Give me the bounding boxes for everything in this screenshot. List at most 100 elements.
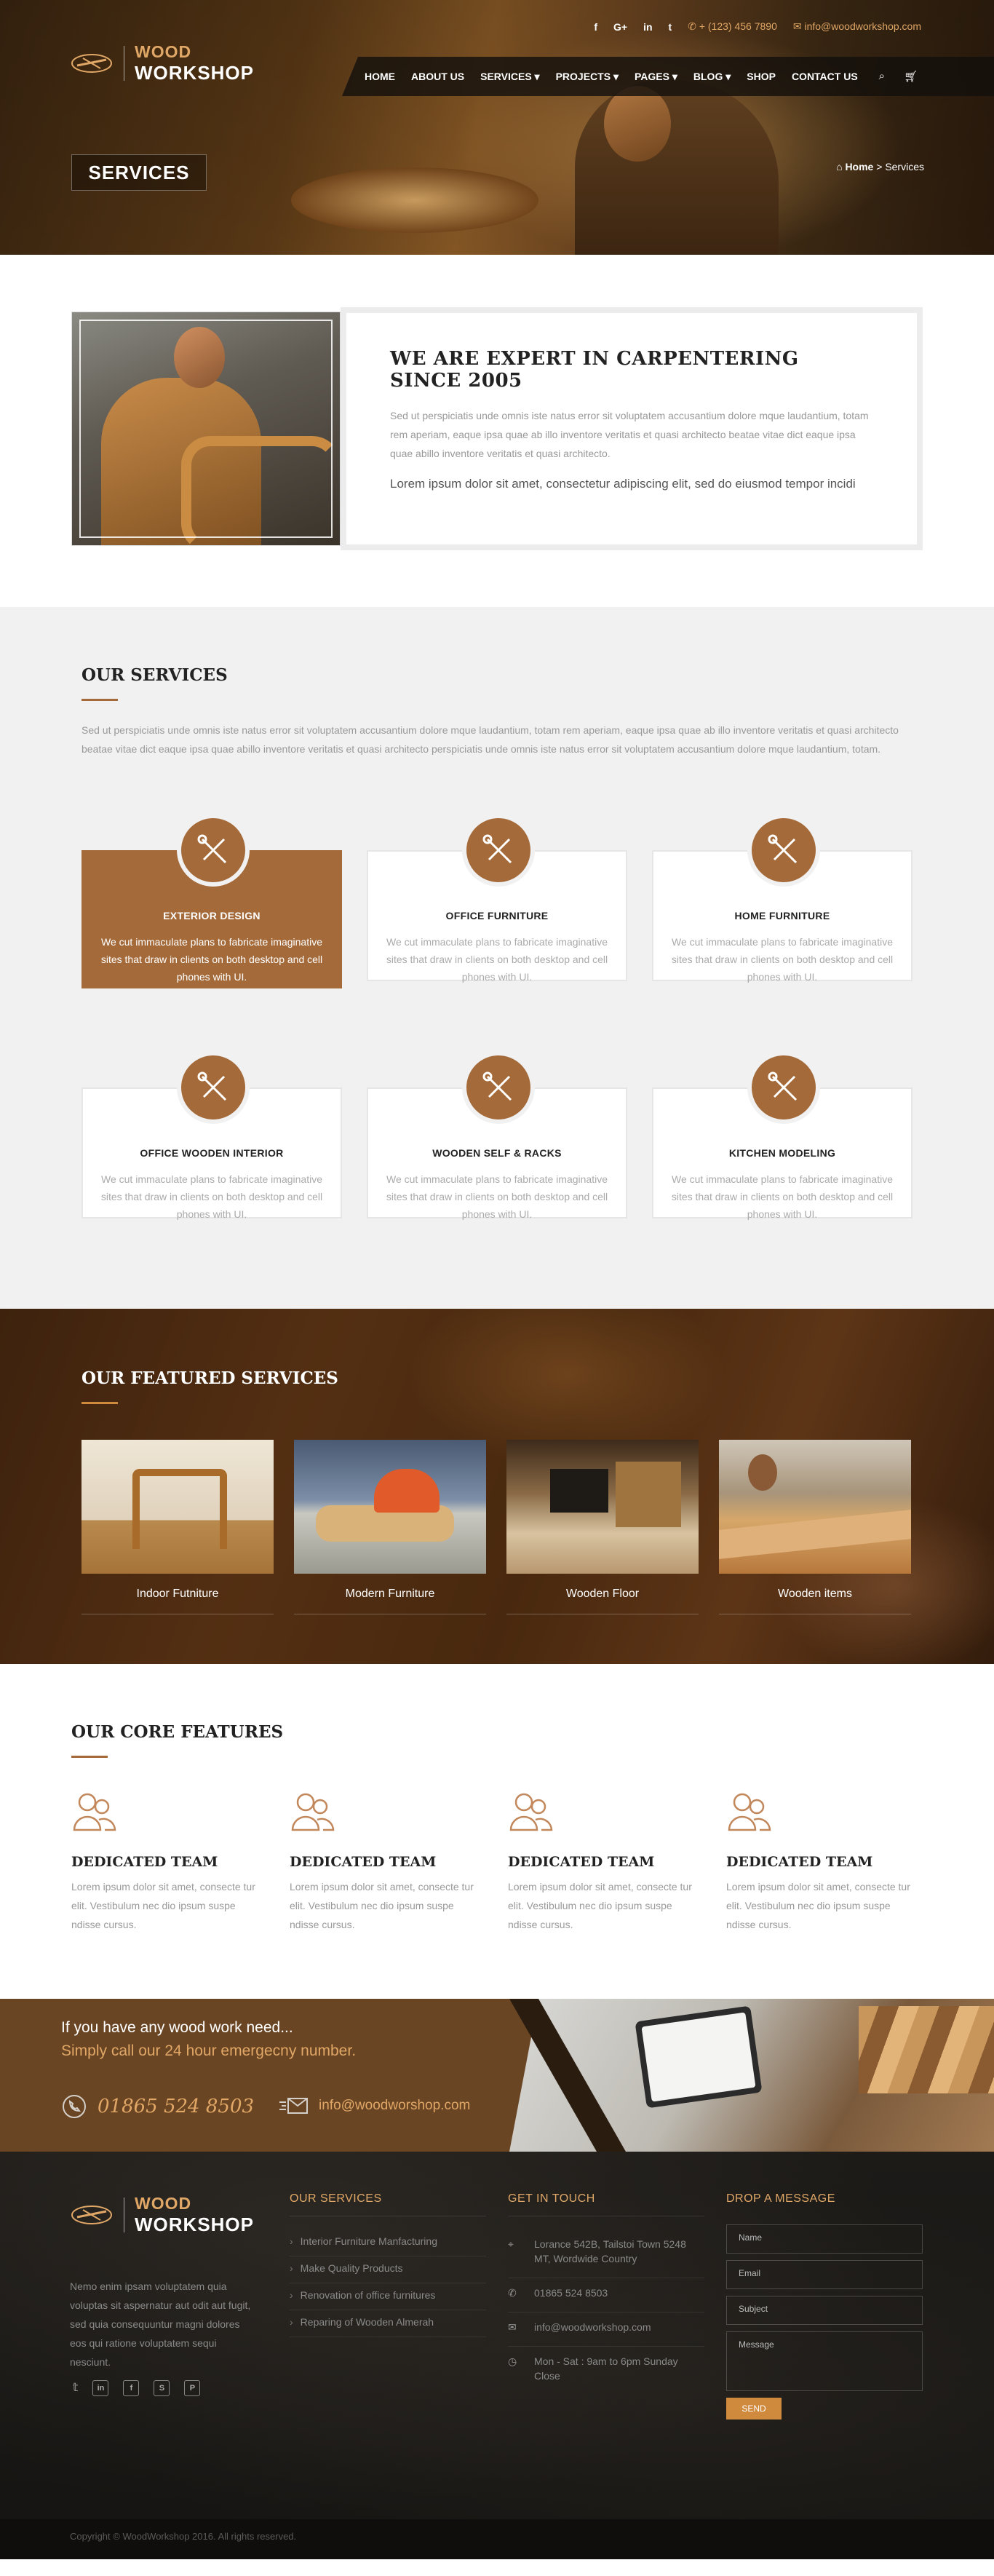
cta-email[interactable]: info@woodworshop.com xyxy=(279,2096,470,2115)
email-field[interactable]: Email xyxy=(726,2260,923,2289)
service-card-wooden-self-racks[interactable]: WOODEN SELF & RACKS We cut immaculate pl… xyxy=(367,1051,627,1220)
service-title: OFFICE FURNITURE xyxy=(445,910,549,922)
service-title: OFFICE WOODEN INTERIOR xyxy=(140,1147,284,1159)
tools-icon xyxy=(177,814,250,887)
service-desc: We cut immaculate plans to fabricate ima… xyxy=(386,1173,608,1220)
twitter-icon[interactable]: 𝕥 xyxy=(73,2380,78,2396)
list-item[interactable]: › Reparing of Wooden Almerah xyxy=(290,2310,486,2337)
page-title: SERVICES xyxy=(71,154,207,191)
featured-caption: Wooden Floor xyxy=(506,1574,699,1614)
about-heading: WE ARE EXPERT IN CARPENTERING SINCE 2005 xyxy=(390,348,799,392)
breadcrumb-current: Services xyxy=(885,161,924,173)
logo-mark-icon xyxy=(71,53,112,73)
service-desc: We cut immaculate plans to fabricate ima… xyxy=(386,936,608,983)
facebook-icon[interactable]: f xyxy=(594,21,597,33)
nav-home[interactable]: HOME xyxy=(357,71,403,82)
tools-icon xyxy=(747,814,820,887)
footer-logo[interactable]: WOOD WORKSHOP xyxy=(70,2195,254,2234)
search-icon[interactable]: ⌕ xyxy=(879,70,885,83)
site-logo[interactable]: WOOD WORKSHOP xyxy=(70,44,254,82)
name-field[interactable]: Name xyxy=(726,2224,923,2254)
cta-line1: If you have any wood work need... xyxy=(61,2019,293,2036)
phone-icon xyxy=(63,2095,86,2118)
core-features-section: OUR CORE FEATURES DEDICATED TEAM Lorem i… xyxy=(0,1664,994,1999)
tools-icon xyxy=(462,814,535,887)
nav-services[interactable]: SERVICES ▾ xyxy=(472,71,547,83)
service-title: EXTERIOR DESIGN xyxy=(163,910,261,922)
cart-icon[interactable]: 🛒︎ xyxy=(904,70,918,83)
featured-card-wooden-floor[interactable]: Wooden Floor xyxy=(506,1440,699,1614)
list-item[interactable]: › Make Quality Products xyxy=(290,2256,486,2283)
nav-projects[interactable]: PROJECTS ▾ xyxy=(548,71,627,83)
core-feature-card: DEDICATED TEAM Lorem ipsum dolor sit ame… xyxy=(508,1789,699,1934)
phone-icon: ✆ xyxy=(688,20,699,32)
top-bar: f G+ in t ✆ + (123) 456 7890 ✉ info@wood… xyxy=(594,20,921,33)
topbar-email[interactable]: ✉ info@woodworkshop.com xyxy=(793,20,921,33)
cta-tablet-image xyxy=(635,2005,763,2109)
page-header: WOOD WORKSHOP f G+ in t ✆ + (123) 456 78… xyxy=(0,0,994,255)
footer-contact-column: GET IN TOUCH ⌖ Lorance 542B, Tailstoi Tow… xyxy=(508,2192,704,2395)
service-card-home-furniture[interactable]: HOME FURNITURE We cut immaculate plans t… xyxy=(652,814,913,983)
footer-email[interactable]: ✉ info@woodworkshop.com xyxy=(508,2313,704,2347)
team-icon xyxy=(509,1793,553,1831)
footer-form-column: DROP A MESSAGE Name Email Subject Messag… xyxy=(726,2192,923,2420)
nav-about-us[interactable]: ABOUT US xyxy=(403,71,472,82)
service-title: KITCHEN MODELING xyxy=(728,1147,836,1159)
footer-phone[interactable]: ✆ 01865 524 8503 xyxy=(508,2278,704,2313)
about-card: WE ARE EXPERT IN CARPENTERING SINCE 2005… xyxy=(341,307,923,550)
nav-pages[interactable]: PAGES ▾ xyxy=(627,71,685,83)
tools-icon xyxy=(177,1051,250,1124)
list-item[interactable]: › Interior Furniture Manfacturing xyxy=(290,2230,486,2256)
linkedin-icon[interactable]: in xyxy=(643,21,652,33)
core-feature-title: DEDICATED TEAM xyxy=(726,1854,873,1870)
chevron-right-icon: › xyxy=(290,2235,293,2247)
map-pin-icon: ⌖ xyxy=(508,2238,514,2250)
copyright-bar: Copyright © WoodWorkshop 2016. All right… xyxy=(0,2519,994,2559)
facebook-icon[interactable]: f xyxy=(123,2380,140,2396)
clock-icon: ◷ xyxy=(508,2355,517,2367)
cta-phone[interactable]: 01865 524 8503 xyxy=(61,2093,254,2120)
nav-contact-us[interactable]: CONTACT US xyxy=(784,71,866,82)
nav-shop[interactable]: SHOP xyxy=(739,71,784,82)
chevron-right-icon: › xyxy=(290,2316,293,2328)
service-desc: We cut immaculate plans to fabricate ima… xyxy=(671,1173,894,1220)
footer-about: Nemo enim ipsam voluptatem quia voluptas… xyxy=(70,2280,251,2368)
message-field[interactable]: Message xyxy=(726,2331,923,2391)
subject-field[interactable]: Subject xyxy=(726,2296,923,2325)
send-button[interactable]: SEND xyxy=(726,2398,782,2420)
service-card-kitchen-modeling[interactable]: KITCHEN MODELING We cut immaculate plans… xyxy=(652,1051,913,1220)
topbar-phone[interactable]: ✆ + (123) 456 7890 xyxy=(688,20,777,33)
core-feature-card: DEDICATED TEAM Lorem ipsum dolor sit ame… xyxy=(71,1789,262,1934)
cta-wood-swatches xyxy=(859,2006,994,2093)
service-card-office-furniture[interactable]: OFFICE FURNITURE We cut immaculate plans… xyxy=(367,814,627,983)
home-icon: ⌂ xyxy=(836,161,846,173)
list-item[interactable]: › Renovation of office furnitures xyxy=(290,2283,486,2310)
pinterest-icon[interactable]: P xyxy=(184,2380,201,2396)
google-plus-icon[interactable]: G+ xyxy=(613,21,627,33)
mail-icon xyxy=(279,2098,308,2114)
site-footer: WOOD WORKSHOP Nemo enim ipsam voluptatem… xyxy=(0,2152,994,2559)
message-form: Name Email Subject Message SEND xyxy=(726,2224,923,2420)
featured-card-indoor-furniture[interactable]: Indoor Futniture xyxy=(81,1440,274,1614)
core-feature-title: DEDICATED TEAM xyxy=(508,1854,655,1870)
service-card-office-wooden-interior[interactable]: OFFICE WOODEN INTERIOR We cut immaculate… xyxy=(81,1051,342,1220)
service-desc: We cut immaculate plans to fabricate ima… xyxy=(100,936,323,983)
core-feature-title: DEDICATED TEAM xyxy=(71,1854,218,1870)
twitter-icon[interactable]: t xyxy=(669,21,672,33)
social-links: f G+ in t xyxy=(594,21,672,33)
featured-image xyxy=(506,1440,699,1574)
carpenter-photo xyxy=(71,312,341,546)
core-feature-desc: Lorem ipsum dolor sit amet, consecte tur… xyxy=(508,1881,692,1930)
service-card-exterior-design[interactable]: EXTERIOR DESIGN We cut immaculate plans … xyxy=(81,814,342,988)
linkedin-icon[interactable]: in xyxy=(92,2380,109,2396)
footer-hours: ◷ Mon - Sat : 9am to 6pm Sunday Close xyxy=(508,2355,678,2382)
featured-card-wooden-items[interactable]: Wooden items xyxy=(719,1440,911,1614)
footer-services-list: › Interior Furniture Manfacturing › Make Q… xyxy=(290,2230,486,2337)
featured-image xyxy=(719,1440,911,1574)
services-section: OUR SERVICES Sed ut perspiciatis unde om… xyxy=(0,607,994,1309)
nav-blog[interactable]: BLOG ▾ xyxy=(685,71,739,83)
featured-card-modern-furniture[interactable]: Modern Furniture xyxy=(294,1440,486,1614)
breadcrumb-home[interactable]: Home xyxy=(845,161,873,173)
skype-icon[interactable]: S xyxy=(154,2380,170,2396)
call-to-action: If you have any wood work need... Simply… xyxy=(0,1999,994,2152)
